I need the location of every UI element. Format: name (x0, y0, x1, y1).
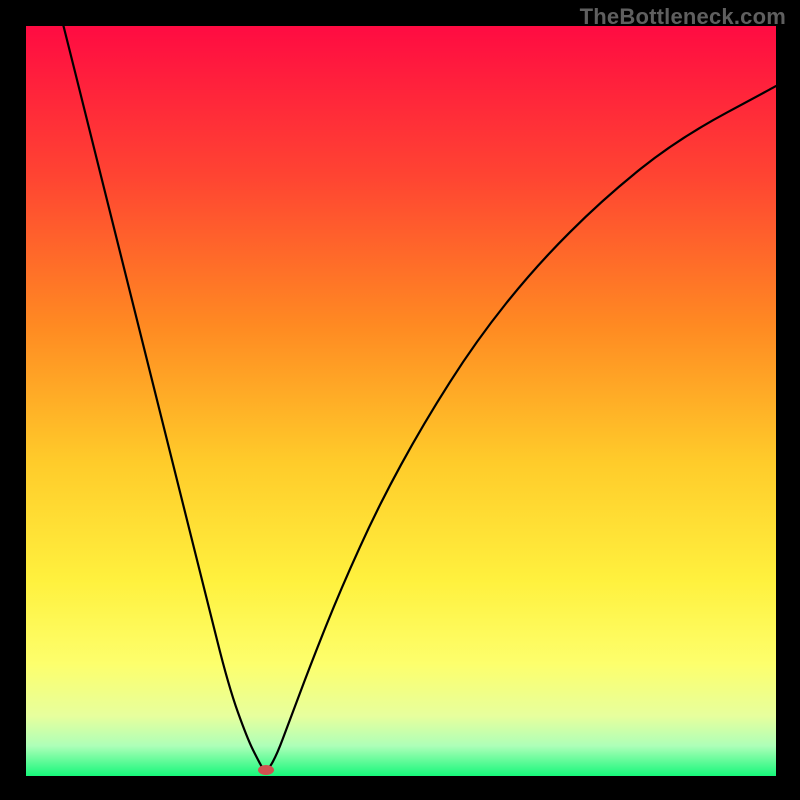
chart-container: TheBottleneck.com (0, 0, 800, 800)
optimal-marker (258, 765, 274, 775)
gradient-background (26, 26, 776, 776)
plot-area (26, 26, 776, 776)
chart-svg (26, 26, 776, 776)
